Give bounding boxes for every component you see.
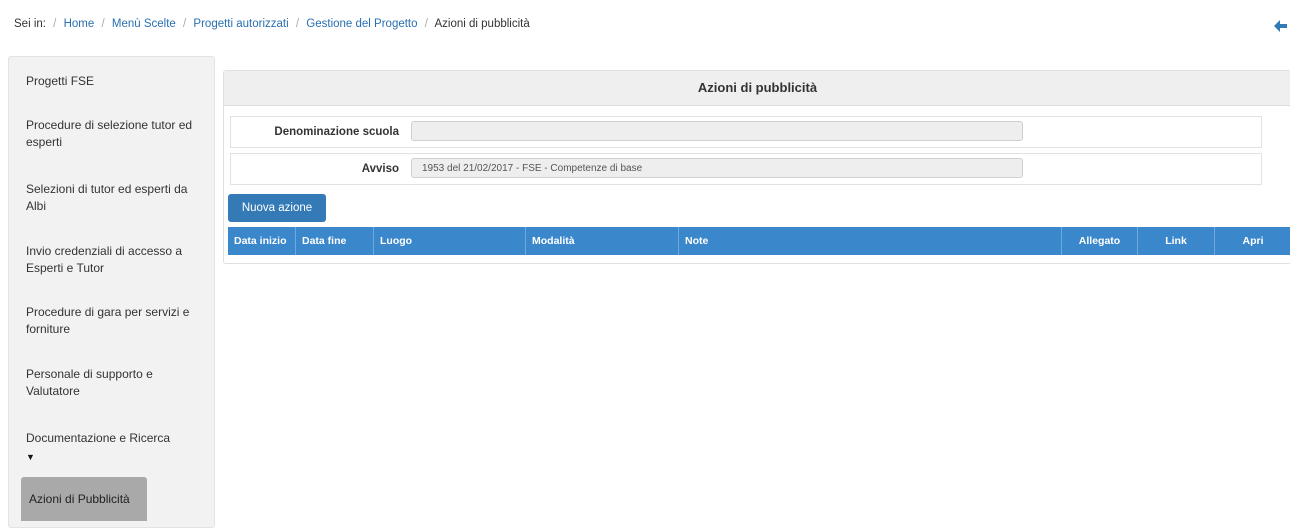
table-header: Data inizio Data fine Luogo Modalità Not… — [228, 227, 1290, 255]
breadcrumb-separator: / — [101, 18, 105, 30]
column-header-link[interactable]: Link — [1138, 227, 1215, 255]
sidebar-item-label: Personale di supporto e Valutatore — [26, 367, 153, 398]
breadcrumb-current: Azioni di pubblicità — [434, 18, 530, 30]
sidebar-item-progetti-fse[interactable]: Progetti FSE — [26, 73, 201, 90]
avviso-label: Avviso — [361, 163, 399, 175]
breadcrumb-separator: / — [424, 18, 428, 30]
sidebar-item-label: Documentazione e Ricerca — [26, 431, 171, 445]
column-header-apri[interactable]: Apri — [1215, 227, 1290, 255]
breadcrumb-gestione-link[interactable]: Gestione del Progetto — [306, 18, 417, 30]
sidebar-item-label: Procedure di gara per servizi e fornitur… — [26, 305, 190, 336]
sidebar-item-invio-credenziali[interactable]: Invio credenziali di accesso a Esperti e… — [26, 243, 201, 277]
breadcrumb-separator: / — [183, 18, 187, 30]
denominazione-field[interactable] — [411, 121, 1023, 141]
sidebar-item-procedure-gara[interactable]: Procedure di gara per servizi e fornitur… — [26, 304, 201, 338]
breadcrumb-separator: / — [295, 18, 300, 30]
column-header-luogo[interactable]: Luogo — [374, 227, 526, 255]
caret-down-icon: ▼ — [26, 452, 35, 462]
column-header-note[interactable]: Note — [679, 227, 1062, 255]
arrow-left-icon[interactable] — [1272, 18, 1288, 34]
sidebar-item-label: Invio credenziali di accesso a Esperti e… — [26, 244, 183, 275]
sidebar-item-label: Azioni di Pubblicità — [29, 492, 130, 506]
form-row-avviso: Avviso 1953 del 21/02/2017 - FSE - Compe… — [230, 153, 1262, 185]
avviso-field[interactable]: 1953 del 21/02/2017 - FSE - Competenze d… — [411, 158, 1023, 178]
breadcrumb-prefix: Sei in: — [14, 18, 46, 30]
column-header-allegato[interactable]: Allegato — [1062, 227, 1138, 255]
sidebar: Progetti FSE Procedure di selezione tuto… — [8, 56, 215, 528]
column-header-modalita[interactable]: Modalità — [526, 227, 679, 255]
breadcrumb-home-link[interactable]: Home — [64, 18, 95, 30]
column-header-data-inizio[interactable]: Data inizio — [228, 227, 296, 255]
sidebar-item-selezioni-albi[interactable]: Selezioni di tutor ed esperti da Albi — [26, 181, 201, 215]
main-panel: Azioni di pubblicità Denominazione scuol… — [223, 70, 1290, 264]
breadcrumb-separator: / — [53, 18, 57, 30]
sidebar-item-personale-supporto[interactable]: Personale di supporto e Valutatore — [26, 366, 201, 400]
nuova-azione-button[interactable]: Nuova azione — [228, 194, 326, 222]
breadcrumb-menu-link[interactable]: Menù Scelte — [112, 18, 176, 30]
sidebar-item-label: Procedure di selezione tutor ed esperti — [26, 118, 193, 149]
panel-title: Azioni di pubblicità — [224, 71, 1290, 106]
breadcrumb: Sei in: / Home / Menù Scelte / Progetti … — [14, 18, 530, 30]
sidebar-item-procedure-selezione[interactable]: Procedure di selezione tutor ed esperti — [26, 117, 201, 151]
sidebar-item-label: Selezioni di tutor ed esperti da Albi — [26, 182, 188, 213]
sidebar-item-documentazione[interactable]: Documentazione e Ricerca ▼ — [26, 430, 201, 466]
column-header-data-fine[interactable]: Data fine — [296, 227, 374, 255]
form-row-denominazione: Denominazione scuola — [230, 116, 1262, 148]
sidebar-item-label: Progetti FSE — [26, 74, 95, 88]
denominazione-label: Denominazione scuola — [274, 126, 399, 138]
breadcrumb-progetti-link[interactable]: Progetti autorizzati — [193, 18, 288, 30]
sidebar-item-azioni-pubblicita[interactable]: Azioni di Pubblicità — [21, 477, 147, 521]
